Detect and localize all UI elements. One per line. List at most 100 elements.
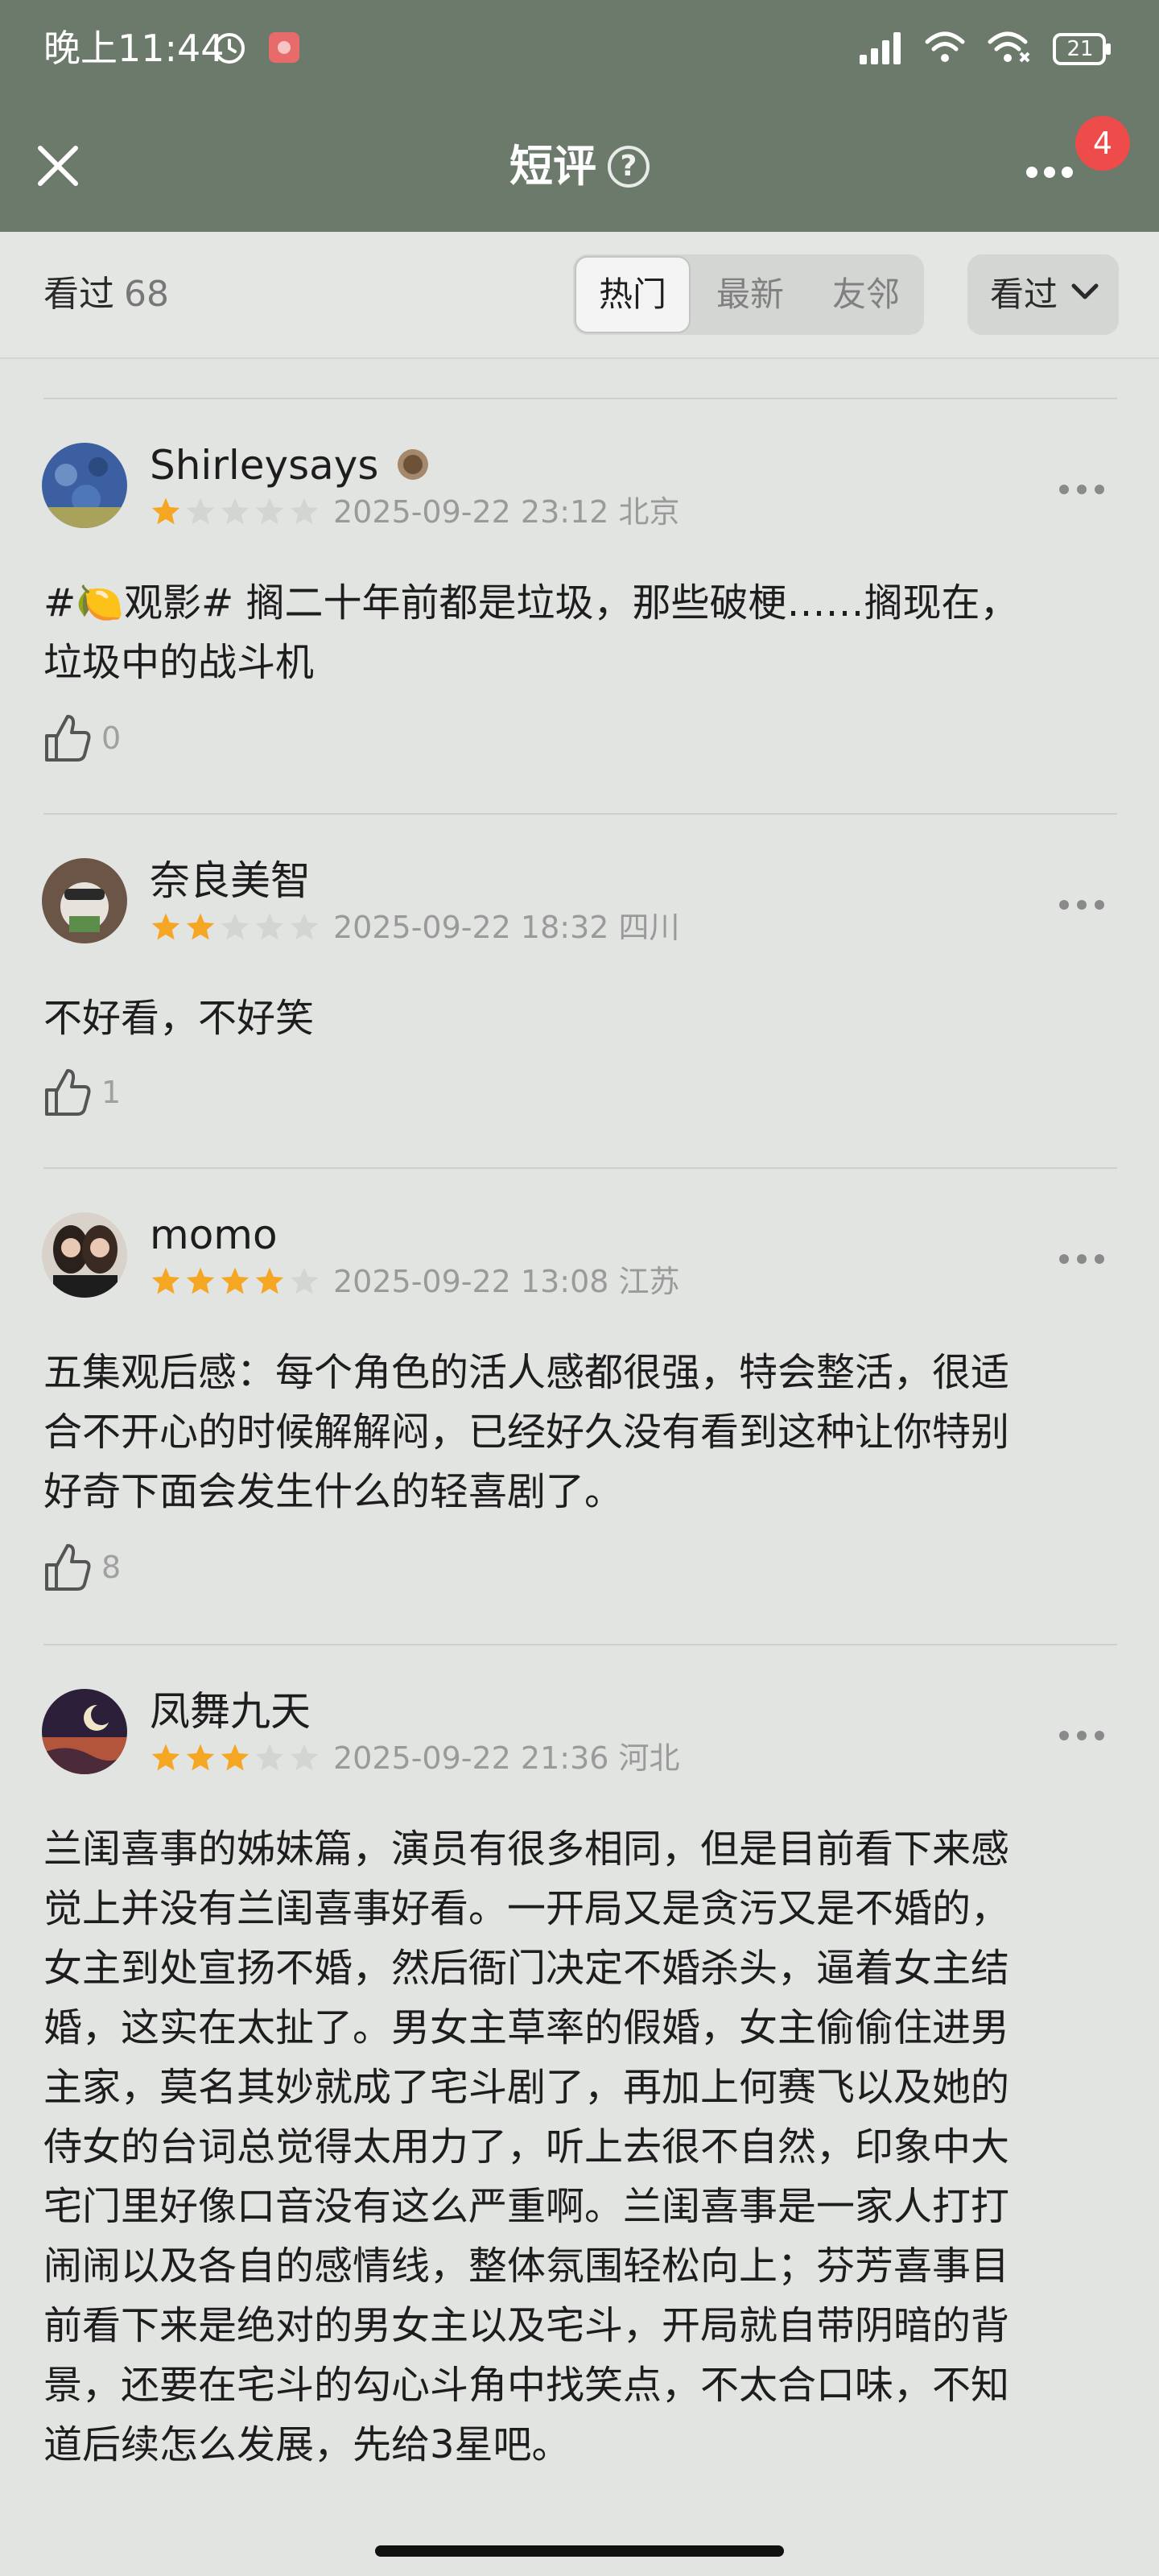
divider [43, 1167, 1117, 1169]
review-text-line: 女主到处宣扬不婚，然后衙门决定不婚杀头，逼着女主结 [43, 1946, 1010, 1991]
watched-count: 看过 68 [43, 270, 169, 319]
tab-latest[interactable]: 最新 [692, 254, 808, 335]
like-button[interactable]: 8 [43, 1542, 121, 1592]
more-dots-icon [1059, 1731, 1104, 1740]
star-filled-icon [151, 497, 180, 525]
notification-badge[interactable]: 4 [1075, 116, 1130, 171]
tab-hot[interactable]: 热门 [575, 256, 691, 333]
review-item: 凤舞九天 2025-09-22 21:36 河北 兰闺喜事的姊妹篇，演员有很多相… [0, 1686, 1159, 2542]
review-text-line: 合不开心的时候解解闷，已经好久没有看到这种让你特别 [43, 1410, 1010, 1455]
header: 短评 ? 4 [0, 100, 1159, 232]
review-text-line: 前看下来是绝对的男女主以及宅斗，开局就自带阴暗的背 [43, 2303, 1010, 2348]
review-more-button[interactable] [1058, 1251, 1106, 1267]
dropdown-label: 看过 [990, 275, 1058, 314]
star-filled-icon [221, 1267, 250, 1294]
medal-badge-icon [394, 446, 431, 486]
star-empty-icon [186, 497, 215, 525]
review-text: 兰闺喜事的姊妹篇，演员有很多相同，但是目前看下来感 觉上并没有兰闺喜事好看。一开… [43, 1819, 1119, 2475]
thumbs-up-icon [45, 1069, 91, 1116]
status-time: 晚上11:44 [43, 27, 225, 70]
review-item: momo 2025-09-22 13:08 江苏 五集观后感：每个角色的活人感都… [0, 1212, 1159, 1644]
sort-tabs: 热门 最新 友邻 [573, 254, 924, 335]
review-text-line: 闹闹以及各自的感情线，整体氛围轻松向上；芬芳喜事目 [43, 2244, 1010, 2289]
username[interactable]: Shirleysays [150, 440, 378, 491]
star-filled-icon [186, 913, 215, 940]
watched-label: 看过 [43, 274, 114, 315]
review-more-button[interactable] [1058, 481, 1106, 497]
more-dots-icon [1059, 900, 1104, 910]
star-filled-icon [186, 1267, 215, 1294]
review-text-line: 侍女的台词总觉得太用力了，听上去很不自然，印象中大 [43, 2124, 1010, 2169]
like-count: 1 [101, 1075, 122, 1110]
more-dots-icon [1059, 485, 1104, 494]
divider [43, 1644, 1117, 1645]
like-button[interactable]: 1 [43, 1067, 121, 1117]
review-text-line: 宅门里好像口音没有这么严重啊。兰闺喜事是一家人打打 [43, 2184, 1010, 2229]
review-datetime: 2025-09-22 18:32 [333, 910, 609, 945]
thumbs-up-icon [45, 715, 91, 762]
review-text-line: 不好看，不好笑 [43, 996, 315, 1041]
review-location: 北京 [618, 494, 680, 530]
star-empty-icon [255, 913, 284, 940]
review-text-line: 五集观后感：每个角色的活人感都很强，特会整活，很适 [43, 1350, 1010, 1395]
review-text-line: 垃圾中的战斗机 [43, 640, 315, 685]
review-item: Shirleysays 2025-09-22 23:12 北京 #🍋观影# 搁二… [0, 440, 1159, 813]
review-text-line: 好奇下面会发生什么的轻喜剧了。 [43, 1469, 624, 1514]
review-text-line: 主家，莫名其妙就成了宅斗剧了，再加上何赛飞以及她的 [43, 2065, 1010, 2110]
avatar[interactable] [42, 1212, 127, 1298]
star-empty-icon [255, 497, 284, 525]
review-text: 不好看，不好笑 [43, 989, 1119, 1048]
review-location: 江苏 [618, 1264, 680, 1299]
wifi-sync-icon [987, 29, 1032, 69]
status-dropdown[interactable]: 看过 [967, 254, 1119, 335]
chevron-down-icon [1071, 283, 1099, 299]
divider [43, 813, 1117, 815]
review-more-button[interactable] [1058, 897, 1106, 913]
star-empty-icon [221, 913, 250, 940]
username[interactable]: 奈良美智 [150, 855, 311, 906]
star-empty-icon [290, 913, 319, 940]
star-empty-icon [290, 497, 319, 525]
star-empty-icon [221, 497, 250, 525]
review-text: #🍋观影# 搁二十年前都是垃圾，那些破梗……搁现在， 垃圾中的战斗机 [43, 573, 1119, 692]
review-datetime: 2025-09-22 13:08 [333, 1264, 609, 1299]
battery-level: 21 [1066, 37, 1094, 61]
review-item: 奈良美智 2025-09-22 18:32 四川 不好看，不好笑 1 [0, 855, 1159, 1167]
more-options-button[interactable] [1017, 156, 1082, 188]
review-text: 五集观后感：每个角色的活人感都很强，特会整活，很适 合不开心的时候解解闷，已经好… [43, 1343, 1119, 1521]
star-empty-icon [255, 1744, 284, 1771]
star-filled-icon [255, 1267, 284, 1294]
help-icon[interactable]: ? [608, 146, 650, 188]
star-filled-icon [221, 1744, 250, 1771]
more-dots-icon [1059, 1254, 1104, 1264]
star-filled-icon [151, 1744, 180, 1771]
avatar[interactable] [42, 1689, 127, 1774]
record-icon [266, 29, 303, 69]
username[interactable]: momo [150, 1209, 278, 1261]
rating-stars [150, 1742, 320, 1774]
review-location: 河北 [618, 1740, 680, 1776]
review-location: 四川 [618, 910, 680, 945]
rating-stars [150, 911, 320, 943]
like-count: 8 [101, 1550, 122, 1585]
star-filled-icon [151, 1267, 180, 1294]
star-filled-icon [151, 913, 180, 940]
username[interactable]: 凤舞九天 [150, 1686, 311, 1737]
review-more-button[interactable] [1058, 1728, 1106, 1744]
avatar[interactable] [42, 858, 127, 943]
review-text-line: #🍋观影# 搁二十年前都是垃圾，那些破梗……搁现在， [43, 580, 1019, 625]
like-count: 0 [101, 720, 122, 756]
avatar[interactable] [42, 443, 127, 528]
home-indicator[interactable] [375, 2545, 784, 2557]
more-dots-icon [1026, 167, 1073, 178]
filter-bar: 看过 68 热门 最新 友邻 看过 [0, 232, 1159, 359]
review-text-line: 兰闺喜事的姊妹篇，演员有很多相同，但是目前看下来感 [43, 1827, 1010, 1872]
star-filled-icon [186, 1744, 215, 1771]
divider [43, 398, 1117, 399]
review-datetime: 2025-09-22 21:36 [333, 1740, 609, 1776]
signal-icon [858, 29, 903, 69]
like-button[interactable]: 0 [43, 713, 121, 763]
review-text-line: 道后续怎么发展，先给3星吧。 [43, 2422, 571, 2467]
rating-stars [150, 496, 320, 528]
tab-friends[interactable]: 友邻 [808, 254, 924, 335]
